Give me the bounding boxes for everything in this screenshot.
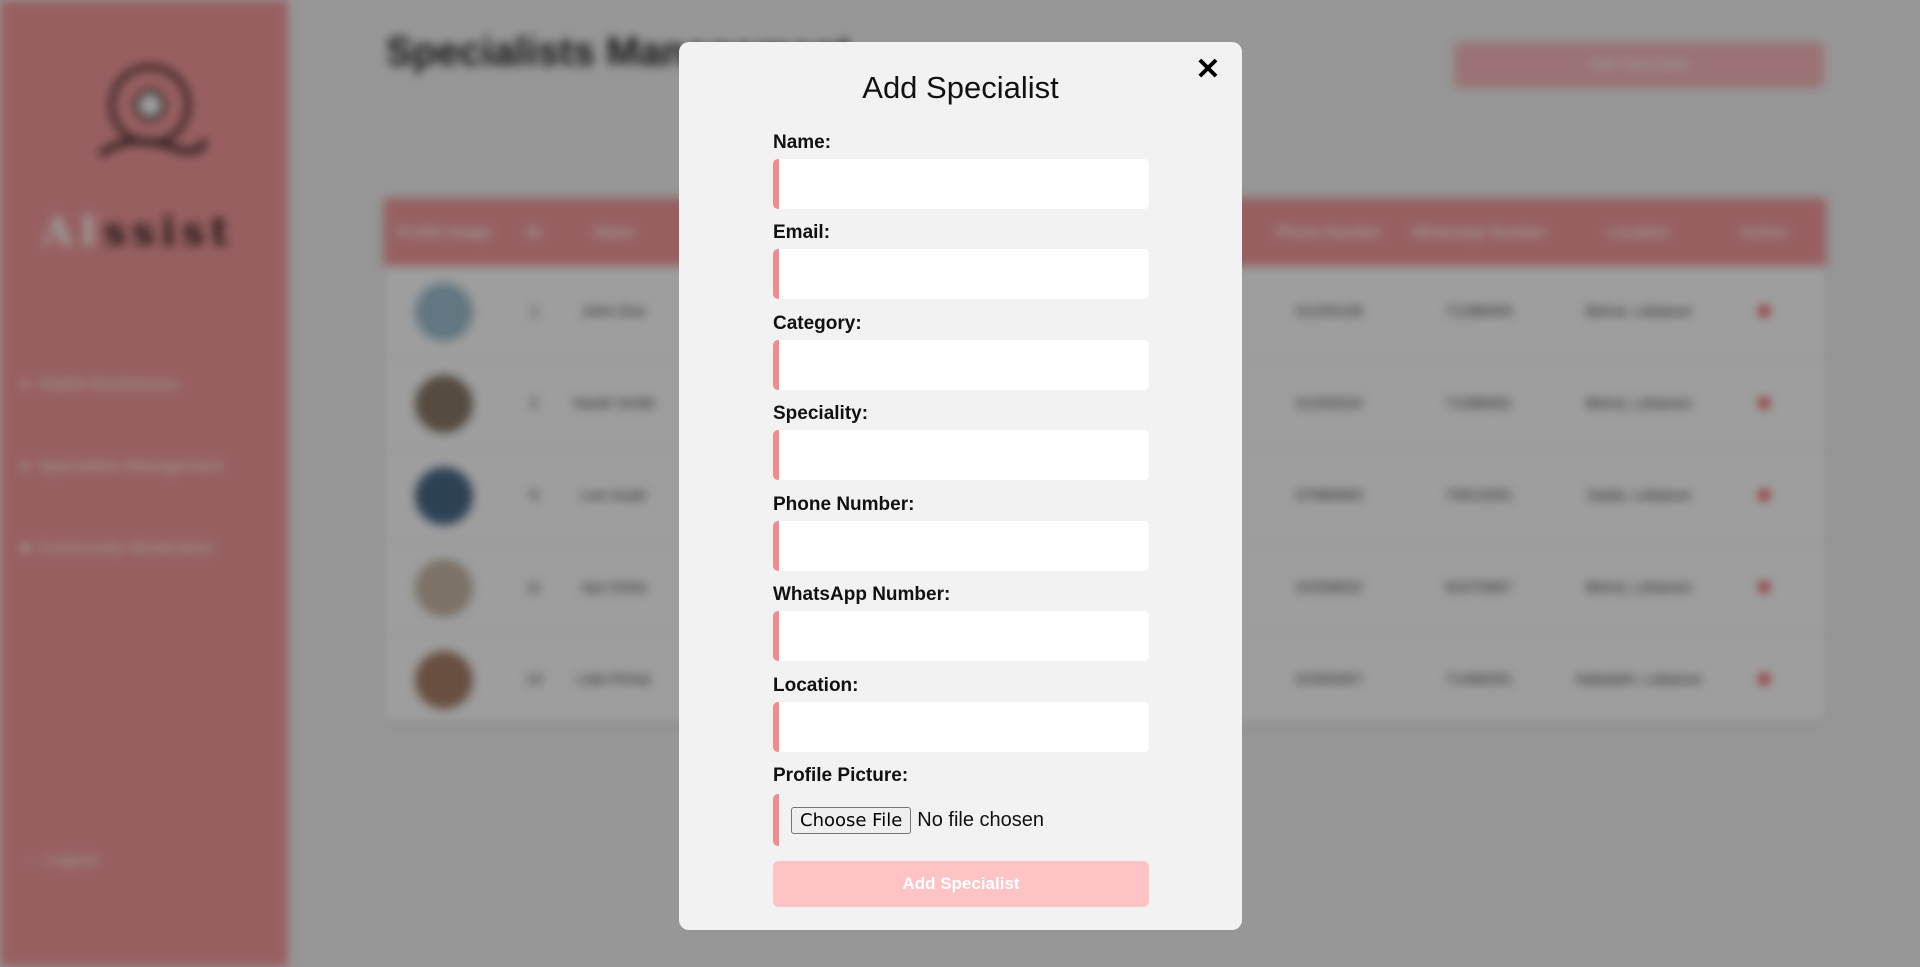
location-field[interactable]	[773, 702, 1149, 752]
close-icon[interactable]: ✕	[1192, 54, 1224, 86]
speciality-label: Speciality:	[773, 403, 869, 424]
choose-file-button[interactable]: Choose File	[791, 806, 912, 834]
category-label: Category:	[773, 313, 862, 334]
name-field[interactable]	[773, 159, 1149, 209]
phone-number-field[interactable]	[773, 521, 1149, 571]
speciality-field[interactable]	[773, 430, 1149, 480]
profile-picture-label: Profile Picture:	[773, 765, 909, 786]
add-specialist-modal: Add Specialist ✕ Name: Email: Category: …	[679, 42, 1242, 930]
phone-number-label: Phone Number:	[773, 494, 915, 515]
whatsapp-number-field[interactable]	[773, 611, 1149, 661]
location-label: Location:	[773, 675, 859, 696]
modal-title: Add Specialist	[862, 70, 1059, 105]
submit-add-specialist-button[interactable]: Add Specialist	[773, 861, 1149, 907]
email-field[interactable]	[773, 249, 1149, 299]
file-status-text: No file chosen	[917, 808, 1045, 831]
profile-picture-input: Choose File No file chosen	[773, 794, 1149, 846]
name-label: Name:	[773, 132, 832, 153]
whatsapp-number-label: WhatsApp Number:	[773, 584, 951, 605]
app-root: AIssist ● Stable Businesses ● Specialist…	[0, 0, 1920, 967]
category-field[interactable]	[773, 340, 1149, 390]
email-label: Email:	[773, 222, 831, 243]
